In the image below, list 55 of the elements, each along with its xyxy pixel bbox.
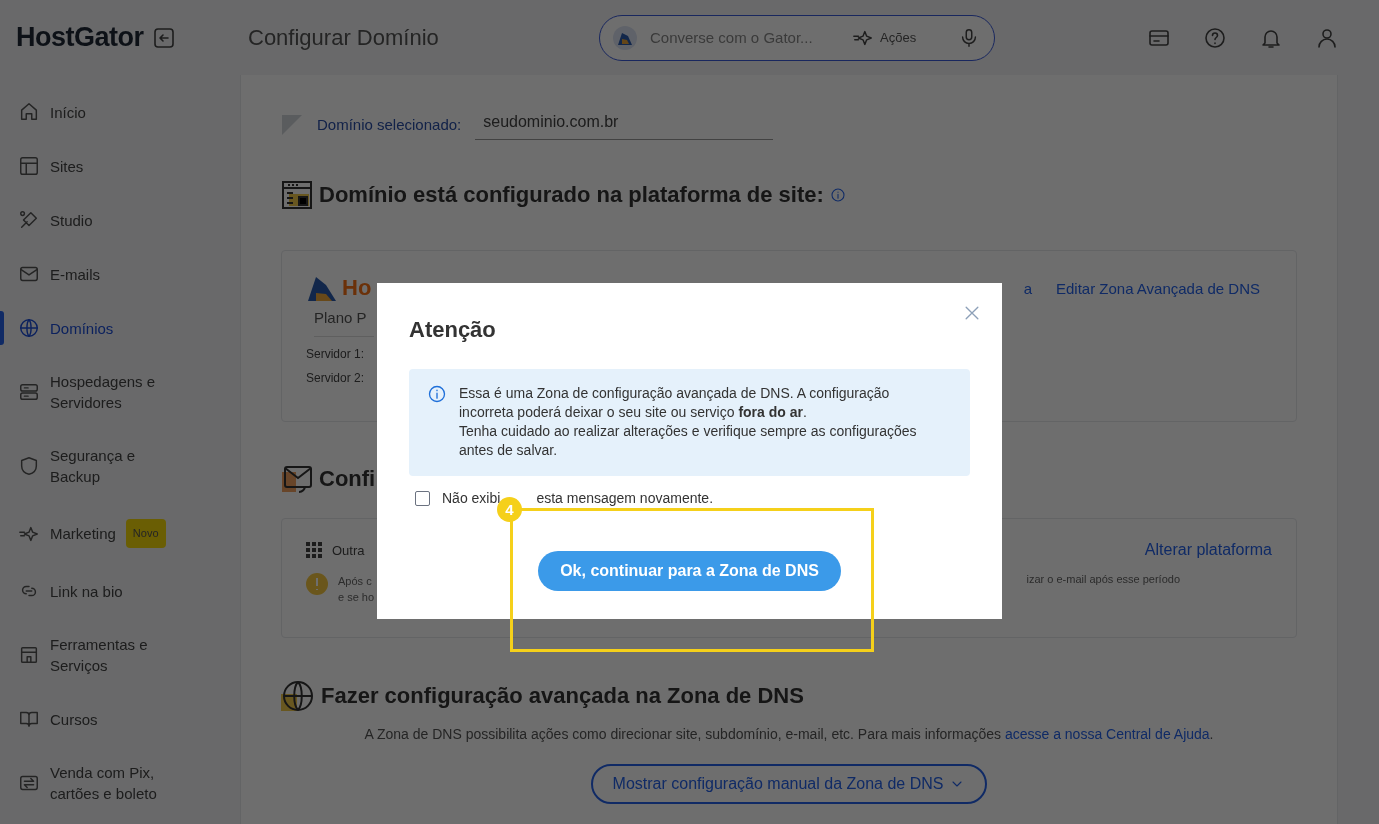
domain-label: Domínio selecionado: [317, 116, 462, 133]
change-platform-link[interactable]: Alterar plataforma [1144, 541, 1272, 559]
logo[interactable]: HostGator [16, 22, 144, 53]
grid-icon [306, 542, 322, 558]
domain-select-field[interactable]: seudominio.com.br [475, 109, 774, 140]
section-heading: Confi [319, 466, 376, 492]
site-layout-icon [281, 180, 313, 210]
plan-name: Plano P [314, 309, 374, 337]
help-text: A Zona de DNS possibilita ações como direcionar site, subdomínio, e-mail, etc. Para mais informações acesse a nossa Central de Ajuda. [363, 726, 1215, 742]
sidebar-item[interactable]: Cursos [0, 692, 240, 746]
sidebar-item[interactable]: Ferramentas e Serviços [0, 618, 240, 692]
sidebar-item[interactable]: Studio [0, 193, 240, 247]
show-manual-dns-button[interactable]: Mostrar configuração manual da Zona de DNS [590, 764, 988, 804]
link[interactable]: a [1023, 279, 1032, 297]
storefront-icon [18, 644, 40, 666]
page-title: Configurar Domínio [247, 24, 440, 51]
info-icon [427, 384, 447, 404]
help-center-link[interactable]: acesse a nossa Central de Ajuda [1004, 726, 1210, 742]
link[interactable]: Editar Zona Avançada de DNS [1055, 279, 1260, 297]
actions-label[interactable]: Ações [880, 30, 917, 45]
alert-text: Essa é uma Zona de configuração avançada de DNS. A configuração incorreta poderá deixar o seu site ou serviço fora do ar. [459, 384, 891, 422]
warning-icon [306, 573, 328, 595]
checkbox-label[interactable]: esta mensagem novamente. [536, 491, 714, 506]
server-icon [18, 381, 40, 403]
sidebar-item[interactable]: Hospedagens e Servidores [0, 355, 240, 429]
sidebar-item[interactable]: Venda com Pix, cartões e boleto [0, 746, 240, 820]
alert-text: Tenha cuidado ao realizar alterações e verifique sempre as configurações antes de salvar. [459, 422, 918, 460]
mail-icon [281, 464, 313, 494]
house-icon [18, 101, 40, 123]
continue-button[interactable]: Ok, continuar para a Zona de DNS [538, 551, 841, 591]
platform-label: Outra [332, 542, 365, 558]
shield-icon [18, 455, 40, 477]
dialog-title: Atenção [409, 317, 497, 343]
server-label: Servidor 1: [306, 347, 365, 361]
brand-name: Ho [342, 275, 372, 301]
sidebar-item[interactable]: E-mails [0, 247, 240, 301]
info-icon [829, 187, 846, 203]
sidebar-item[interactable]: Segurança e Backup [0, 429, 240, 503]
sidebar-item[interactable]: Domínios [0, 301, 240, 355]
section-heading: Fazer configuração avançada na Zona de DNS [321, 683, 804, 709]
sidebar-item[interactable]: Marketing Novo [0, 503, 240, 564]
notice-text: izar o e-mail após esse período [1026, 572, 1180, 587]
sidebar-item[interactable]: Link na bio [0, 564, 240, 618]
new-badge: Novo [125, 519, 166, 548]
sidebar-item[interactable]: Início [0, 85, 240, 139]
layout-icon [18, 155, 40, 177]
sidebar-item[interactable]: Sites [0, 139, 240, 193]
globe-icon [18, 317, 40, 339]
collapse-icon[interactable] [151, 25, 176, 50]
section-heading: Domínio está configurado na plataforma de site: [319, 182, 824, 208]
server-label: Servidor 2: [306, 371, 365, 385]
globe-icon [281, 680, 315, 712]
help-icon [1203, 25, 1227, 50]
notice-text: Após c e se ho [338, 574, 375, 605]
checkbox[interactable] [415, 491, 430, 506]
